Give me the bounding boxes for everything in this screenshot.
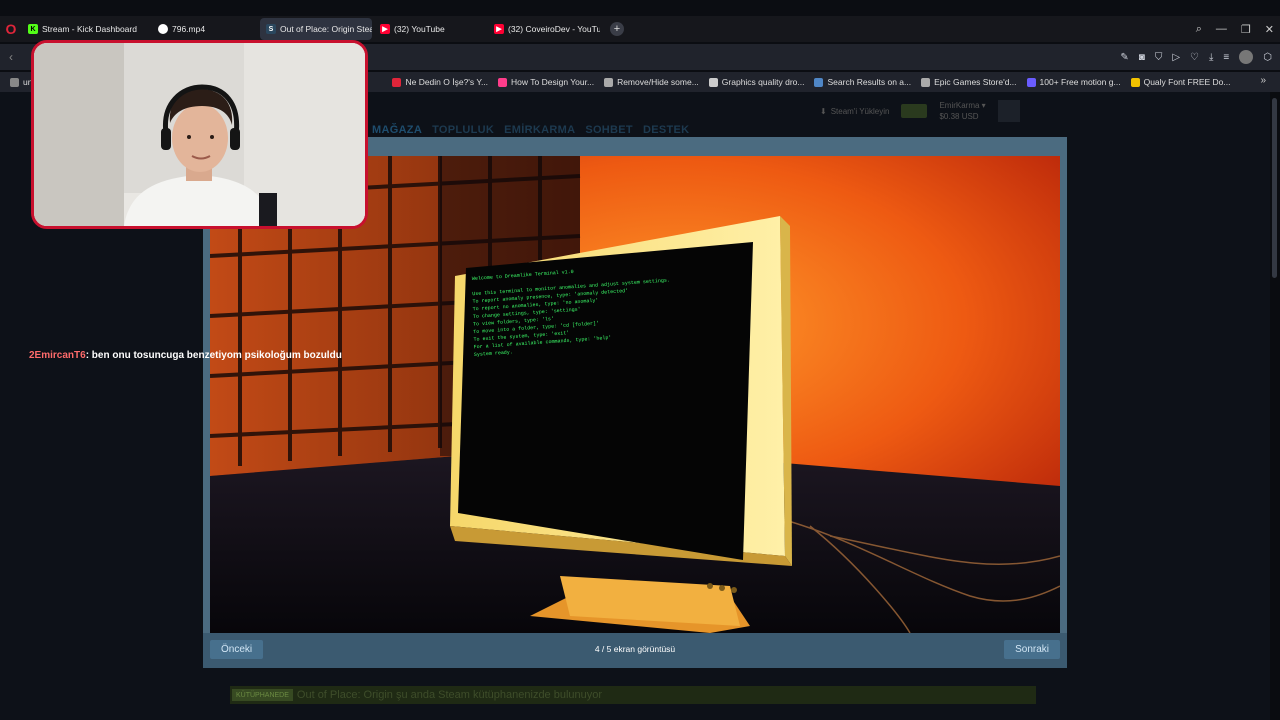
- download-icon[interactable]: ⤓: [1209, 52, 1213, 63]
- bookmark-label: Search Results on a...: [827, 77, 912, 87]
- nav-store[interactable]: MAĞAZA: [372, 124, 422, 136]
- epic-icon: [921, 77, 931, 87]
- profile-avatar[interactable]: [1239, 50, 1254, 64]
- screenshot-counter: 4 / 5 ekran görüntüsü: [594, 644, 676, 654]
- tab-bar: O K Stream - Kick Dashboard 796.mp4 S Ou…: [0, 16, 1280, 42]
- opera-logo-icon[interactable]: O: [0, 16, 22, 42]
- bookmark-label: Remove/Hide some...: [617, 77, 699, 87]
- tab-youtube-channel[interactable]: ▶ (32) CoveiroDev - YouTub: [488, 18, 600, 40]
- chevron-right-icon[interactable]: »: [1260, 75, 1266, 86]
- globe-icon: [604, 77, 614, 87]
- extensions-icon[interactable]: ⬡: [1263, 52, 1272, 63]
- notifications-button[interactable]: [901, 104, 928, 118]
- bookmark-item[interactable]: un: [10, 77, 32, 87]
- chart-icon: [392, 77, 402, 87]
- bookmark-item[interactable]: 100+ Free motion g...: [1026, 77, 1121, 87]
- search-icon[interactable]: ⌕: [1196, 23, 1202, 36]
- tab-youtube[interactable]: ▶ (32) YouTube: [374, 18, 486, 40]
- toolbar-icons: ✎ ◙ ⛉ ▷ ♡ ⤓ ≡ ⬡: [1120, 44, 1272, 70]
- heart-icon[interactable]: ♡: [1190, 52, 1199, 63]
- kick-icon: K: [28, 24, 38, 34]
- bookmark-label: 100+ Free motion g...: [1039, 77, 1121, 87]
- chat-text: : ben onu tosuncuga benzetiyom psikoloğu…: [85, 350, 342, 361]
- bookmark-item[interactable]: Graphics quality dro...: [708, 77, 805, 87]
- unity-icon: [708, 77, 718, 87]
- wallet-balance: $0.38 USD: [939, 112, 979, 121]
- bookmark-label: Ne Dedin O İşe?'s Y...: [405, 77, 489, 87]
- back-icon[interactable]: ‹: [0, 50, 22, 64]
- tab-video-file[interactable]: 796.mp4: [152, 18, 258, 40]
- restore-icon[interactable]: ❐: [1241, 23, 1251, 36]
- nav-chat[interactable]: SOHBET: [585, 124, 633, 136]
- bookmark-item[interactable]: How To Design Your...: [498, 77, 594, 87]
- window-controls: ⌕ — ❐ ✕: [1196, 16, 1274, 42]
- youtube-icon: ▶: [494, 24, 504, 34]
- edit-icon[interactable]: ✎: [1120, 52, 1128, 63]
- bookmark-label: Graphics quality dro...: [721, 77, 805, 87]
- steam-nav: MAĞAZA TOPLULUK EMİRKARMA SOHBET DESTEK: [372, 124, 689, 136]
- bookmark-item[interactable]: Qualy Font FREE Do...: [1130, 77, 1231, 87]
- figma-icon: [498, 77, 508, 87]
- tab-label: 796.mp4: [172, 24, 206, 34]
- bookmark-item[interactable]: Remove/Hide some...: [604, 77, 699, 87]
- library-notice-text: Out of Place: Origin şu anda Steam kütüp…: [296, 689, 603, 701]
- folder-icon: [10, 77, 19, 87]
- bolt-icon: [1130, 77, 1140, 87]
- jitter-icon: [1026, 77, 1036, 87]
- download-icon: ⬇: [820, 106, 827, 116]
- bookmark-item[interactable]: Ne Dedin O İşe?'s Y...: [392, 77, 488, 87]
- youtube-icon: ▶: [380, 24, 390, 34]
- new-tab-button[interactable]: +: [610, 22, 624, 36]
- bookmark-label: How To Design Your...: [511, 77, 595, 87]
- in-library-badge: KÜTÜPHANEDE: [232, 689, 293, 701]
- nav-support[interactable]: DESTEK: [643, 124, 689, 136]
- bookmark-item[interactable]: Search Results on a...: [814, 77, 911, 87]
- play-icon[interactable]: ▷: [1172, 52, 1180, 63]
- webcam-overlay: [31, 40, 368, 229]
- bookmark-label: Qualy Font FREE Do...: [1143, 77, 1231, 87]
- menu-icon[interactable]: ≡: [1223, 52, 1229, 63]
- library-notice: KÜTÜPHANEDE Out of Place: Origin şu anda…: [230, 686, 1036, 704]
- bookmark-item[interactable]: Epic Games Store'd...: [921, 77, 1017, 87]
- steam-icon: S: [266, 24, 276, 34]
- shield-icon[interactable]: ⛉: [1155, 52, 1163, 63]
- tab-kick-dashboard[interactable]: K Stream - Kick Dashboard: [22, 18, 150, 40]
- account-menu[interactable]: EmirKarma ▾ $0.38 USD: [939, 100, 985, 122]
- next-button[interactable]: Sonraki: [1004, 640, 1060, 659]
- chat-message: 2EmircanT6: ben onu tosuncuga benzetiyom…: [29, 350, 342, 361]
- account-name: EmirKarma ▾: [939, 101, 986, 110]
- webcam-person-image: [34, 43, 365, 226]
- steam-icon: [814, 77, 824, 87]
- modal-footer: Önceki 4 / 5 ekran görüntüsü Sonraki: [203, 633, 1067, 668]
- steam-top-bar: ⬇ Steam'i Yükleyin EmirKarma ▾ $0.38 USD: [820, 100, 1020, 122]
- page-scrollbar[interactable]: [1270, 92, 1280, 720]
- tab-label: Out of Place: Origin Steam: [280, 24, 372, 34]
- scrollbar-thumb[interactable]: [1272, 98, 1277, 278]
- nav-community[interactable]: TOPLULUK: [432, 124, 494, 136]
- avatar[interactable]: [997, 100, 1020, 122]
- tab-label: (32) CoveiroDev - YouTub: [508, 24, 600, 34]
- tab-label: Stream - Kick Dashboard: [42, 24, 137, 34]
- file-icon: [158, 24, 168, 34]
- nav-profile[interactable]: EMİRKARMA: [504, 124, 575, 136]
- chat-username: 2EmircanT6: [29, 350, 86, 361]
- install-steam-label: Steam'i Yükleyin: [830, 106, 890, 116]
- install-steam-button[interactable]: ⬇ Steam'i Yükleyin: [820, 107, 889, 116]
- camera-icon[interactable]: ◙: [1139, 52, 1145, 63]
- bookmark-label: Epic Games Store'd...: [934, 77, 1017, 87]
- close-icon[interactable]: ✕: [1265, 23, 1274, 36]
- minimize-icon[interactable]: —: [1216, 23, 1227, 35]
- tab-label: (32) YouTube: [394, 24, 445, 34]
- tab-steam-store[interactable]: S Out of Place: Origin Steam: [260, 18, 372, 40]
